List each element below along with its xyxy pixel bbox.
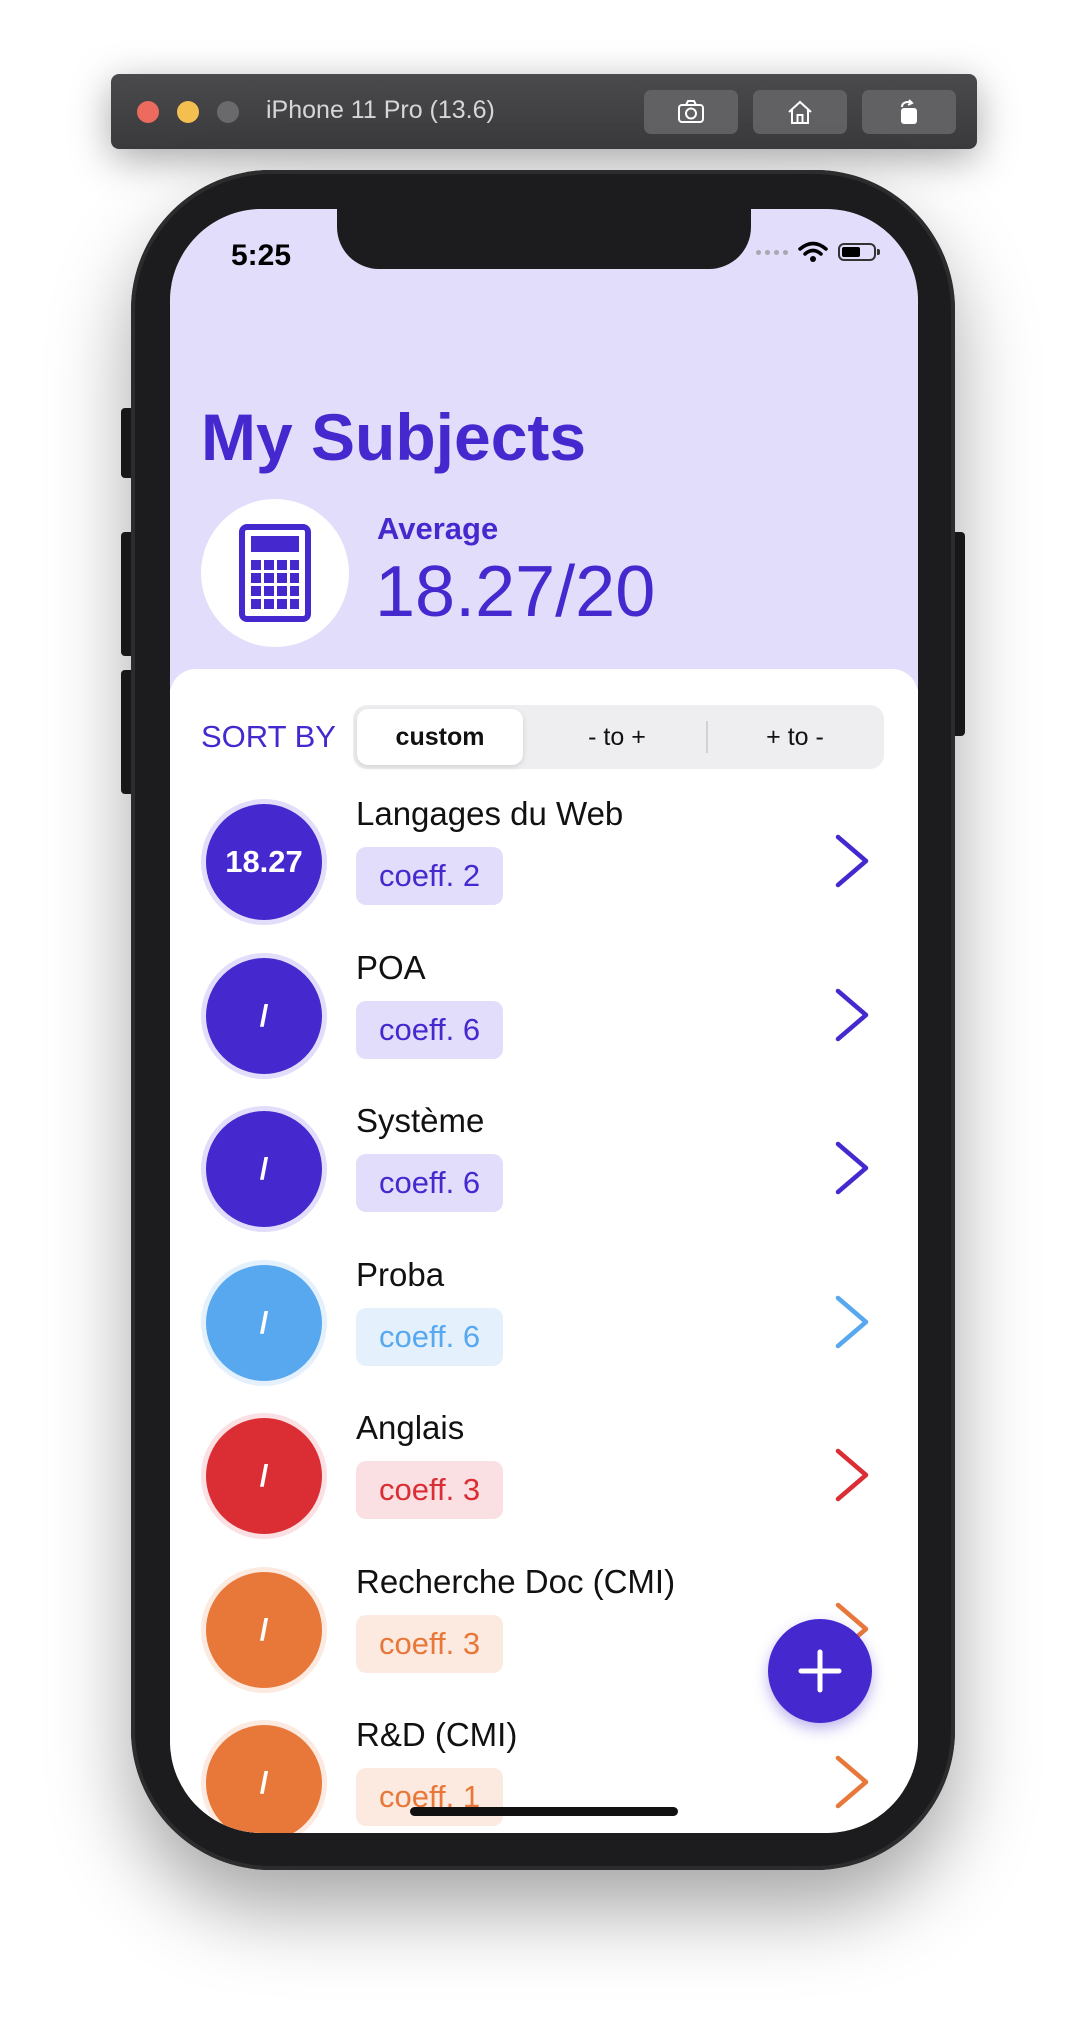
wifi-icon [798, 241, 828, 262]
sort-option-custom[interactable]: custom [357, 709, 523, 765]
chevron-right-icon [835, 988, 869, 1041]
subject-name: Recherche Doc (CMI) [356, 1562, 676, 1600]
coeff-badge: coeff. 6 [356, 1154, 504, 1212]
zoom-window-button[interactable] [217, 101, 239, 123]
coeff-badge: coeff. 6 [356, 1307, 504, 1366]
minimize-window-button[interactable] [177, 101, 199, 123]
sort-segmented-control: custom - to + + to - [353, 705, 884, 769]
coeff-badge: coeff. 1 [356, 1768, 504, 1826]
sort-label: SORT BY [201, 719, 336, 754]
notch [337, 209, 751, 269]
page-title: My Subjects [201, 400, 587, 474]
chevron-right-icon [835, 1448, 869, 1502]
segment-divider [706, 721, 708, 753]
sort-option-descending[interactable]: + to - [709, 709, 881, 765]
status-icons [756, 241, 880, 263]
subject-row[interactable]: 18.27 Langages du Web coeff. 2 [170, 781, 918, 934]
average-label: Average [377, 511, 499, 546]
simulator-title: iPhone 11 Pro (13.6) [266, 96, 495, 124]
chevron-right-icon [835, 1141, 869, 1195]
plus-icon [798, 1649, 842, 1693]
chevron-right-icon [835, 1295, 869, 1348]
grade-badge: / [201, 1106, 327, 1232]
chevron-right-icon [835, 834, 869, 888]
subject-name: Système [356, 1102, 485, 1139]
average-value: 18.27/20 [375, 552, 656, 632]
sort-option-ascending[interactable]: - to + [531, 709, 703, 765]
coeff-badge: coeff. 6 [356, 1000, 504, 1059]
add-subject-button[interactable] [768, 1619, 872, 1723]
rotate-icon [901, 99, 917, 124]
subject-name: POA [356, 948, 426, 986]
coeff-badge: coeff. 3 [356, 1614, 504, 1673]
grade-badge: / [201, 1720, 327, 1833]
grade-badge: / [201, 1259, 327, 1386]
chevron-right-icon [835, 1755, 869, 1809]
subject-name: R&D (CMI) [356, 1716, 518, 1753]
coeff-badge: coeff. 2 [356, 847, 504, 905]
subject-row[interactable]: / Système coeff. 6 [170, 1088, 918, 1241]
battery-icon [838, 243, 880, 261]
grade-badge: / [201, 952, 327, 1079]
subject-row[interactable]: / Anglais coeff. 3 [170, 1395, 918, 1548]
subject-name: Anglais [356, 1409, 465, 1446]
home-icon [788, 100, 812, 124]
phone-screen: 5:25 My Subjects Average 18.27/20 SORT B… [170, 209, 918, 1833]
subject-name: Langages du Web [356, 795, 624, 832]
signal-icon [756, 249, 788, 255]
status-time: 5:25 [231, 239, 292, 272]
calculator-icon [239, 524, 311, 622]
home-button[interactable] [753, 90, 847, 134]
screenshot-button[interactable] [644, 90, 738, 134]
grade-badge: / [201, 1413, 327, 1539]
subject-name: Proba [356, 1255, 445, 1293]
home-indicator [410, 1807, 678, 1816]
rotate-button[interactable] [862, 90, 956, 134]
close-window-button[interactable] [137, 101, 159, 123]
grade-badge: 18.27 [201, 799, 327, 925]
grade-badge: / [201, 1566, 327, 1693]
average-badge [201, 499, 349, 647]
screenshot-icon [678, 100, 704, 123]
subject-row[interactable]: / Proba coeff. 6 [170, 1242, 918, 1395]
subject-row[interactable]: / POA coeff. 6 [170, 935, 918, 1088]
simulator-title-bar: iPhone 11 Pro (13.6) [111, 74, 977, 149]
coeff-badge: coeff. 3 [356, 1461, 504, 1519]
